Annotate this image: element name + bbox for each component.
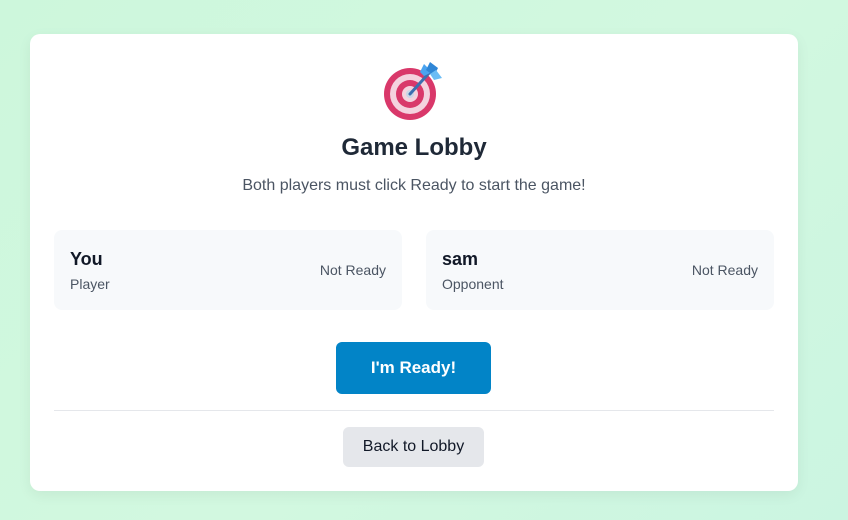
player-card-opponent: sam Opponent Not Ready	[426, 230, 774, 310]
ready-button[interactable]: I'm Ready!	[336, 342, 491, 394]
player-card-you: You Player Not Ready	[54, 230, 402, 310]
player-role: Player	[70, 276, 110, 292]
player-status: Not Ready	[691, 262, 758, 278]
player-role: Opponent	[442, 276, 504, 292]
back-to-lobby-button[interactable]: Back to Lobby	[343, 427, 484, 467]
instruction-text: Both players must click Ready to start t…	[242, 177, 586, 194]
divider	[54, 410, 774, 411]
player-status: Not Ready	[319, 262, 386, 278]
lobby-card: Game Lobby Both players must click Ready…	[30, 34, 798, 491]
page-title: Game Lobby	[341, 134, 487, 161]
player-name: sam	[442, 249, 479, 269]
player-name: You	[70, 249, 103, 269]
dart-target-icon	[380, 58, 444, 122]
